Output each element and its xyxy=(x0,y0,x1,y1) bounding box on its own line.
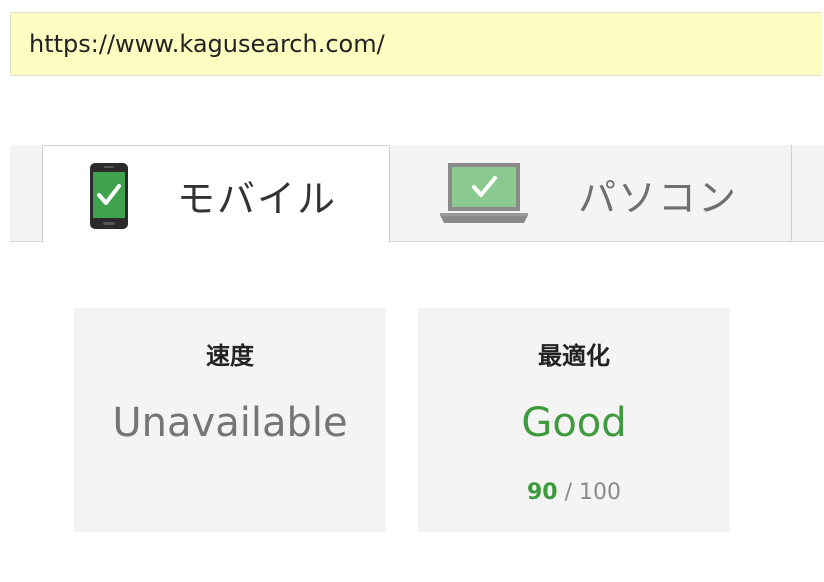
optimization-score-max: / 100 xyxy=(564,480,622,505)
url-display[interactable]: https://www.kagusearch.com/ xyxy=(10,12,822,76)
laptop-check-icon xyxy=(440,163,528,223)
mobile-phone-check-icon xyxy=(90,163,128,229)
tab-mobile[interactable]: モバイル xyxy=(42,145,390,243)
tab-desktop-label: パソコン xyxy=(578,176,739,220)
speed-card-title: 速度 xyxy=(206,342,254,370)
optimization-card-title: 最適化 xyxy=(538,342,610,370)
optimization-card-value: Good xyxy=(521,400,627,446)
speed-card: 速度 Unavailable xyxy=(74,308,386,532)
speed-card-value: Unavailable xyxy=(112,400,348,446)
tab-mobile-label: モバイル xyxy=(177,177,338,221)
optimization-card: 最適化 Good 90 / 100 xyxy=(418,308,730,532)
tab-desktop[interactable]: パソコン xyxy=(390,145,792,242)
device-tab-strip: モバイル パソコン xyxy=(10,145,824,243)
optimization-score-value: 90 xyxy=(526,480,558,505)
optimization-score: 90 / 100 xyxy=(418,480,730,505)
pagespeed-results-page: https://www.kagusearch.com/ モバイル パソコン 速度… xyxy=(0,0,824,582)
